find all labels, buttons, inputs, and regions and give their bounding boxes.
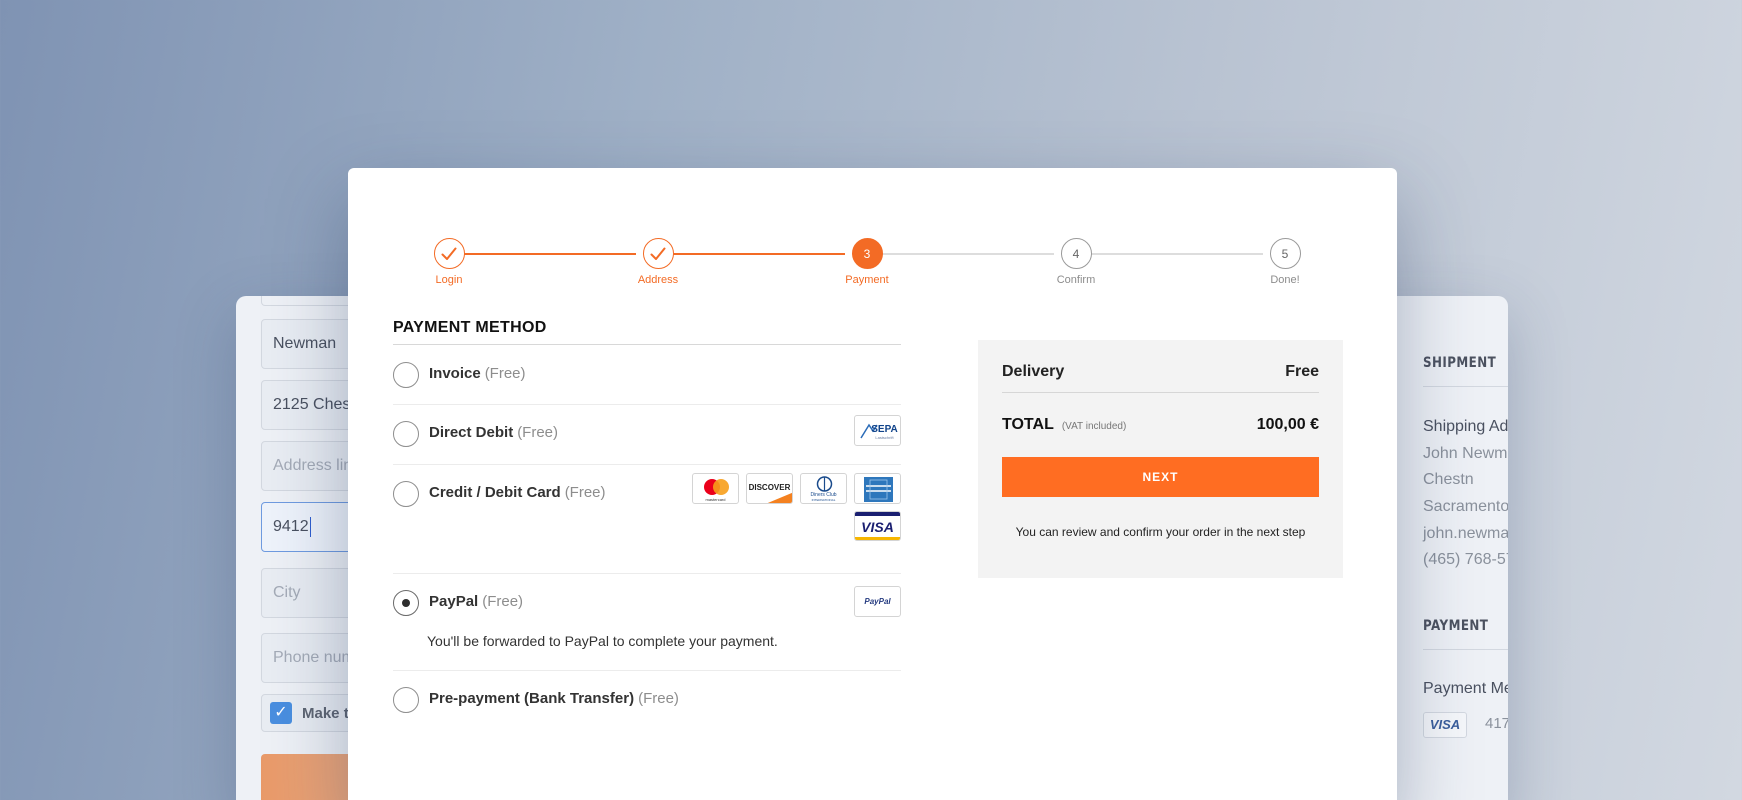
payment-option-invoice[interactable]: Invoice (Free): [393, 362, 901, 402]
checkout-stepper: Login Address 3 Payment 4 Confirm 5 Done…: [348, 168, 1397, 298]
option-label: PayPal (Free): [429, 593, 524, 610]
shipping-name: John Newma: [1423, 445, 1508, 462]
payment-option-direct-debit[interactable]: Direct Debit (Free) SEPA Lastschrift: [393, 415, 901, 461]
option-divider: [393, 404, 901, 405]
payment-option-prepayment[interactable]: Pre-payment (Bank Transfer) (Free): [393, 687, 901, 727]
order-summary: Delivery Free TOTAL (VAT included) 100,00…: [978, 340, 1343, 578]
step-confirm: 4 Confirm: [1026, 238, 1126, 286]
payment-option-credit-card[interactable]: Credit / Debit Card (Free) mastercard DIS…: [393, 473, 901, 541]
american-express-logo: [854, 473, 901, 504]
check-icon: [433, 238, 465, 269]
shipping-address-label: Shipping Ad: [1423, 418, 1508, 435]
diners-club-logo: Diners Club INTERNATIONAL: [800, 473, 847, 504]
shipment-heading: SHIPMENT: [1423, 355, 1497, 371]
shipment-divider: [1423, 386, 1508, 387]
step-number: 4: [1060, 238, 1092, 269]
delivery-value: Free: [1285, 363, 1319, 380]
radio-selected-dot: [401, 598, 410, 607]
shipping-city: Sacramento: [1423, 498, 1508, 515]
paypal-description: You'll be forwarded to PayPal to complet…: [427, 633, 778, 649]
step-address[interactable]: Address: [608, 238, 708, 286]
step-payment[interactable]: 3 Payment: [817, 238, 917, 286]
checkbox-checked-icon[interactable]: ✓: [270, 702, 292, 724]
shipping-phone: (465) 768-57: [1423, 551, 1508, 568]
payment-heading: PAYMENT: [1423, 618, 1489, 634]
radio-prepayment[interactable]: [393, 687, 419, 713]
total-label: TOTAL (VAT included): [1002, 416, 1127, 433]
delivery-label: Delivery: [1002, 363, 1065, 380]
step-label: Payment: [845, 274, 889, 286]
payment-divider: [1423, 649, 1508, 650]
review-note: You can review and confirm your order in…: [1015, 525, 1306, 539]
vat-note: (VAT included): [1061, 421, 1127, 432]
check-icon: [642, 238, 674, 269]
text-caret: [309, 516, 311, 537]
payment-method-divider: [393, 344, 901, 345]
zip-field-value: 9412: [273, 518, 309, 535]
shipping-email: john.newma: [1423, 525, 1508, 542]
payment-option-paypal[interactable]: PayPal (Free) PayPal You'll be forwarded …: [393, 586, 901, 662]
step-label: Login: [435, 274, 463, 286]
total-value: 100,00 €: [1256, 416, 1319, 433]
payment-method-title: PAYMENT METHOD: [393, 319, 547, 336]
step-label: Address: [637, 274, 679, 286]
step-label: Confirm: [1056, 274, 1096, 286]
option-label: Credit / Debit Card (Free): [429, 484, 606, 501]
option-divider: [393, 573, 901, 574]
shipping-street: Chestn: [1423, 471, 1474, 488]
radio-invoice[interactable]: [393, 362, 419, 388]
step-number: 3: [851, 238, 883, 269]
next-button[interactable]: NEXT: [1002, 457, 1319, 497]
checkout-dialog: Login Address 3 Payment 4 Confirm 5 Done…: [348, 168, 1397, 800]
step-done: 5 Done!: [1235, 238, 1335, 286]
payment-method-label: Payment Me: [1423, 680, 1508, 697]
discover-logo: DISCOVER: [746, 473, 793, 504]
mastercard-logo: mastercard: [692, 473, 739, 504]
paypal-logo: PayPal: [854, 586, 901, 617]
option-label: Invoice (Free): [429, 365, 526, 382]
visa-logo: VISA: [854, 511, 901, 541]
step-login[interactable]: Login: [399, 238, 499, 286]
option-divider: [393, 464, 901, 465]
radio-direct-debit[interactable]: [393, 421, 419, 447]
visa-card-icon: VISA: [1423, 712, 1467, 738]
option-divider: [393, 670, 901, 671]
radio-paypal[interactable]: [393, 590, 419, 616]
radio-credit-card[interactable]: [393, 481, 419, 507]
step-number: 5: [1269, 238, 1301, 269]
option-label: Direct Debit (Free): [429, 424, 559, 441]
card-number: 417: [1485, 715, 1508, 732]
option-label: Pre-payment (Bank Transfer) (Free): [429, 690, 679, 707]
sepa-logo: SEPA Lastschrift: [854, 415, 901, 446]
step-label: Done!: [1270, 274, 1300, 286]
summary-divider: [1002, 392, 1319, 393]
